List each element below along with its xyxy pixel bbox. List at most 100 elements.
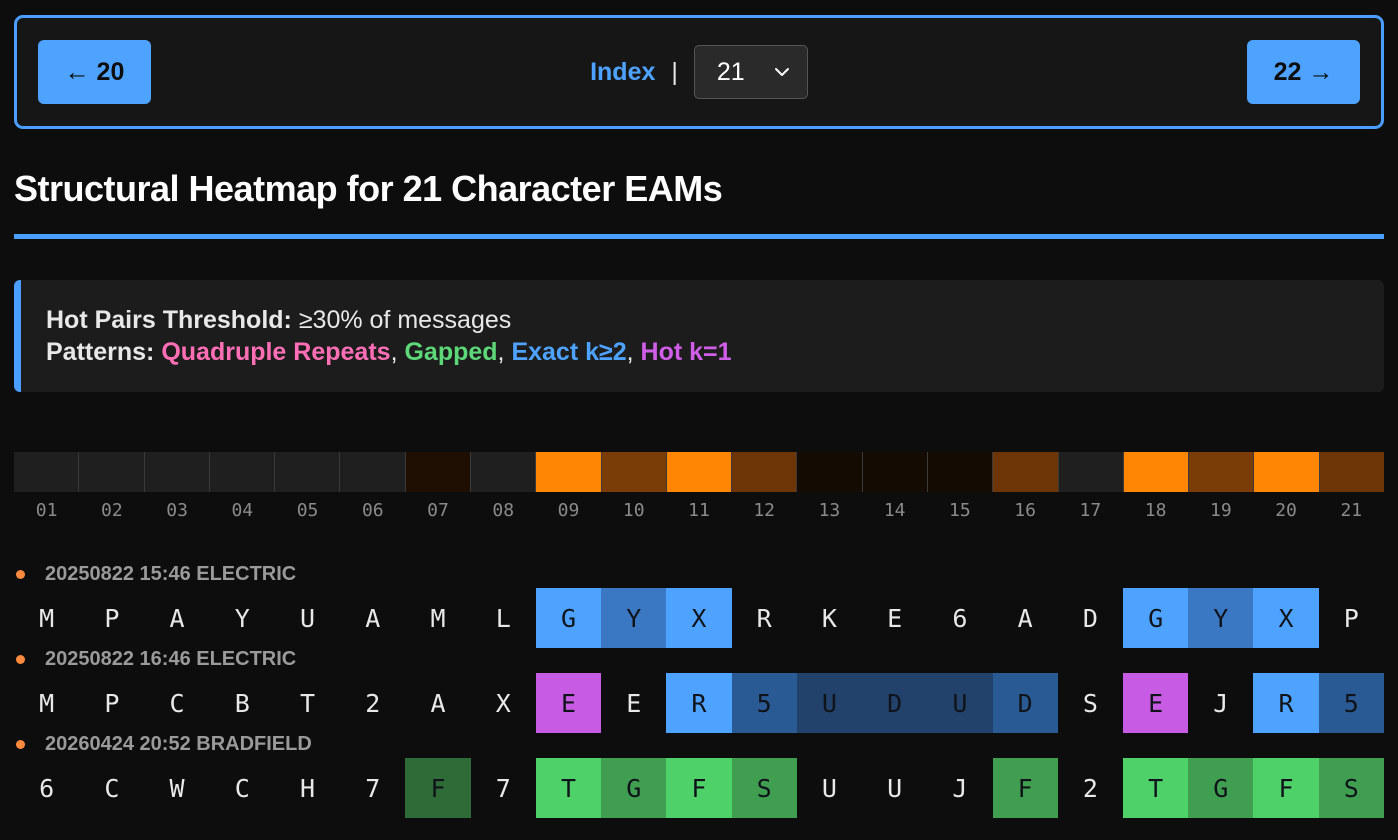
position-axis: 01 02 03 04 05 06 07 08 09 10 11 12 13 14 15 16 17 18 19 20…	[14, 500, 1384, 521]
pattern-gapped: Gapped	[404, 338, 498, 366]
char-cell: F	[666, 758, 732, 818]
char-cell: G	[601, 758, 667, 818]
char-cell: U	[796, 673, 863, 733]
char-cell: 2	[365, 688, 381, 718]
char-cell: G	[535, 588, 602, 648]
char-cell: A	[430, 688, 446, 718]
char-cell: E	[626, 688, 642, 718]
position-tick-label: 13	[818, 500, 841, 521]
position-tick-label: 16	[1014, 500, 1036, 521]
position-heatmap	[14, 452, 1384, 492]
separator: |	[671, 57, 678, 86]
char-cell: 5	[1318, 673, 1384, 733]
heatmap-cell	[144, 452, 210, 492]
char-cell: D	[992, 673, 1058, 733]
char-cell: C	[169, 688, 185, 718]
char-cell: G	[1122, 588, 1189, 648]
position-tick-label: 08	[492, 500, 515, 521]
message-header: 20250822 16:46 ELECTRIC	[14, 648, 296, 671]
heatmap-cell	[79, 452, 145, 492]
char-cell: S	[731, 758, 797, 818]
pattern-comma: ,	[626, 338, 634, 366]
bullet-dot-icon	[16, 740, 25, 749]
position-tick-label: 03	[166, 500, 188, 521]
message-header: 20260424 20:52 BRADFIELD	[14, 733, 312, 756]
position-tick-label: 07	[427, 500, 449, 521]
message-char-row: MPCBT2AXEER5UDUDSEJR5	[14, 673, 1384, 733]
char-cell: C	[104, 773, 120, 803]
char-cell: U	[300, 603, 316, 633]
heatmap-cell	[732, 452, 798, 492]
heatmap-cell	[993, 452, 1059, 492]
heatmap-cell	[14, 452, 80, 492]
char-cell: U	[927, 673, 993, 733]
heatmap-cell	[340, 452, 406, 492]
message-header-text: 20250822 15:46 ELECTRIC	[45, 563, 297, 585]
chevron-down-icon	[774, 68, 789, 76]
position-tick-label: 09	[557, 500, 580, 521]
index-select-value: 21	[716, 57, 745, 86]
char-cell: U	[821, 773, 837, 803]
char-cell: Y	[234, 603, 250, 633]
patterns-label: Patterns:	[46, 338, 155, 366]
heatmap-cell	[601, 452, 667, 492]
char-cell: F	[992, 758, 1058, 818]
index-link[interactable]: Index	[590, 58, 655, 87]
char-cell: K	[821, 603, 837, 633]
pattern-comma: ,	[497, 338, 505, 366]
heatmap-cell	[405, 452, 471, 492]
bullet-dot-icon	[16, 570, 25, 579]
char-cell: M	[39, 603, 55, 633]
char-cell: Y	[1188, 588, 1254, 648]
position-tick-label: 05	[296, 500, 319, 521]
heatmap-cell	[275, 452, 341, 492]
pattern-quadruple-repeats: Quadruple Repeats	[161, 338, 391, 366]
char-cell: F	[1253, 758, 1319, 818]
char-cell: P	[1343, 603, 1359, 633]
char-cell: Y	[601, 588, 667, 648]
index-navigation-bar: ← 20 Index | 21 22 →	[14, 15, 1384, 129]
char-cell: 5	[731, 673, 797, 733]
title-divider	[14, 234, 1384, 239]
heatmap-cell	[1058, 452, 1124, 492]
heatmap-cell	[927, 452, 994, 492]
char-cell: B	[234, 688, 250, 718]
position-tick-label: 11	[688, 500, 710, 521]
position-tick-label: 01	[35, 500, 58, 521]
position-tick-label: 21	[1340, 500, 1363, 521]
char-cell: 7	[365, 773, 381, 803]
threshold-value: ≥30% of messages	[298, 306, 512, 334]
char-cell: D	[862, 673, 928, 733]
char-cell: E	[887, 603, 903, 633]
patterns-line: Patterns: Quadruple Repeats, Gapped, Exa…	[46, 336, 1384, 368]
threshold-label: Hot Pairs Threshold:	[46, 306, 292, 334]
message-header-text: 20250822 16:46 ELECTRIC	[45, 648, 297, 670]
heatmap-cell	[470, 452, 537, 492]
char-cell: R	[756, 603, 772, 633]
index-select[interactable]: 21	[693, 45, 808, 99]
position-tick-label: 17	[1079, 500, 1102, 521]
position-tick-label: 12	[753, 500, 776, 521]
heatmap-cell	[209, 452, 276, 492]
heatmap-cell	[1189, 452, 1255, 492]
position-tick-label: 10	[622, 500, 645, 521]
message-char-row: 6CWCH7F7TGFSUUJF2TGFS	[14, 758, 1384, 818]
char-cell: W	[169, 773, 185, 803]
next-index-button[interactable]: 22 →	[1247, 40, 1360, 104]
position-tick-label: 18	[1144, 500, 1167, 521]
char-cell: A	[1017, 603, 1033, 633]
char-cell: X	[666, 588, 732, 648]
char-cell: 2	[1082, 773, 1098, 803]
char-cell: J	[1213, 688, 1229, 718]
char-cell: F	[405, 758, 471, 818]
char-cell: S	[1318, 758, 1384, 818]
char-cell: U	[887, 773, 903, 803]
char-cell: P	[104, 688, 120, 718]
position-tick-label: 14	[883, 500, 906, 521]
heatmap-cell	[536, 452, 602, 492]
position-tick-label: 04	[231, 500, 254, 521]
char-cell: M	[39, 688, 55, 718]
char-cell: R	[666, 673, 732, 733]
message-header: 20250822 15:46 ELECTRIC	[14, 563, 296, 586]
char-cell: A	[365, 603, 381, 633]
